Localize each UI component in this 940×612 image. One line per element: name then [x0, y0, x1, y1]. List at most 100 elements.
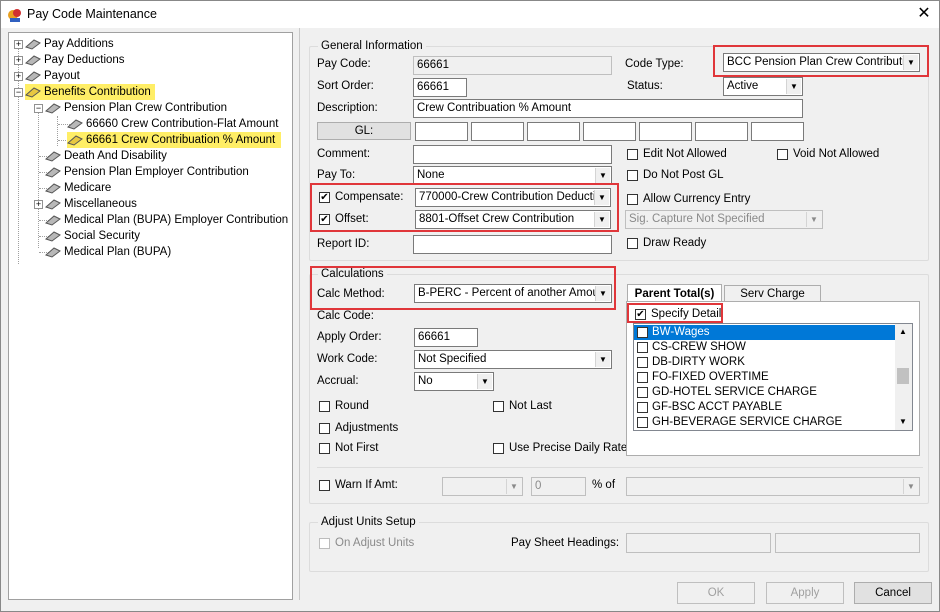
gl-segment-7[interactable]	[751, 122, 804, 141]
ok-button[interactable]: OK	[677, 582, 755, 604]
expand-toggle[interactable]: +	[14, 40, 23, 49]
scroll-up-icon[interactable]: ▲	[899, 327, 907, 336]
tree-item-pay-additions[interactable]: Pay Additions	[25, 36, 114, 52]
tree-item-66661-selected[interactable]: 66661 Crew Contribuation % Amount	[67, 132, 282, 148]
list-item[interactable]: GH-BEVERAGE SERVICE CHARGE	[634, 415, 896, 430]
gl-segment-1[interactable]	[415, 122, 468, 141]
chevron-down-icon: ▼	[786, 79, 801, 94]
sort-order-input[interactable]: 66661	[413, 78, 467, 97]
list-item-checkbox[interactable]	[637, 372, 648, 383]
tree-item-pension-plan-employer[interactable]: Pension Plan Employer Contribution	[45, 164, 249, 180]
tree-item-label: Death And Disability	[64, 150, 167, 162]
list-item[interactable]: GF-BSC ACCT PAYABLE	[634, 400, 896, 415]
apply-button[interactable]: Apply	[766, 582, 844, 604]
list-item-checkbox[interactable]: ✔	[637, 327, 648, 338]
code-type-select[interactable]: BCC Pension Plan Crew Contribution ▼	[723, 53, 920, 72]
tree-item-social-security[interactable]: Social Security	[45, 228, 140, 244]
parent-totals-list[interactable]: ✔ BW-Wages CS-CREW SHOW DB-DIRTY WORK FO-…	[633, 323, 913, 431]
allow-currency-entry-checkbox[interactable]	[627, 194, 638, 205]
panel-splitter[interactable]	[299, 28, 300, 600]
expand-toggle[interactable]: +	[14, 56, 23, 65]
collapse-toggle[interactable]: −	[14, 88, 23, 97]
not-first-label: Not First	[335, 442, 379, 454]
compensate-label: Compensate:	[335, 191, 404, 203]
list-item-checkbox[interactable]	[637, 342, 648, 353]
adjustments-checkbox[interactable]	[319, 423, 330, 434]
pay-code-tree[interactable]: + Pay Additions + Pay Deductions + Payou…	[8, 32, 293, 600]
list-item-checkbox[interactable]	[637, 387, 648, 398]
tree-item-medicare[interactable]: Medicare	[45, 180, 111, 196]
collapse-toggle[interactable]: −	[34, 104, 43, 113]
calc-method-select[interactable]: B-PERC - Percent of another Amount ▼	[414, 284, 612, 303]
tree-item-miscellaneous[interactable]: Miscellaneous	[45, 196, 137, 212]
void-not-allowed-checkbox[interactable]	[777, 149, 788, 160]
gl-segment-3[interactable]	[527, 122, 580, 141]
compensate-select[interactable]: 770000-Crew Contribution Deduction ▼	[415, 188, 611, 207]
list-scrollbar[interactable]: ▲ ▼	[895, 324, 912, 430]
accrual-select[interactable]: No ▼	[414, 372, 494, 391]
tree-folder-icon	[45, 199, 61, 210]
list-item-checkbox[interactable]	[637, 417, 648, 428]
gl-segment-2[interactable]	[471, 122, 524, 141]
pay-to-value: None	[417, 169, 445, 181]
list-item[interactable]: GD-HOTEL SERVICE CHARGE	[634, 385, 896, 400]
offset-select[interactable]: 8801-Offset Crew Contribution ▼	[415, 210, 611, 229]
tree-item-benefits-contribution[interactable]: Benefits Contribution	[25, 84, 155, 100]
description-input[interactable]: Crew Contribuation % Amount	[413, 99, 803, 118]
tree-item-66660[interactable]: 66660 Crew Contribution-Flat Amount	[67, 116, 278, 132]
compensate-checkbox[interactable]: ✔	[319, 192, 330, 203]
list-item[interactable]: DB-DIRTY WORK	[634, 355, 896, 370]
compensate-value: 770000-Crew Contribution Deduction	[419, 191, 609, 203]
divider	[317, 467, 923, 468]
offset-checkbox[interactable]: ✔	[319, 214, 330, 225]
specify-detail-checkbox[interactable]: ✔	[635, 309, 646, 320]
tree-item-label: Medicare	[64, 182, 112, 194]
list-item[interactable]: ✔ BW-Wages	[634, 325, 896, 340]
pay-to-select[interactable]: None ▼	[413, 166, 612, 185]
on-adjust-units-label: On Adjust Units	[335, 537, 415, 549]
tree-item-pay-deductions[interactable]: Pay Deductions	[25, 52, 125, 68]
list-item[interactable]: FO-FIXED OVERTIME	[634, 370, 896, 385]
apply-order-input[interactable]: 66661	[414, 328, 478, 347]
expand-toggle[interactable]: +	[34, 200, 43, 209]
report-id-input[interactable]	[413, 235, 612, 254]
gl-segment-6[interactable]	[695, 122, 748, 141]
tree-leaf-icon	[67, 119, 83, 130]
tree-item-medical-plan-bupa[interactable]: Medical Plan (BUPA)	[45, 244, 171, 260]
gl-segment-5[interactable]	[639, 122, 692, 141]
list-item-label: GF-BSC ACCT PAYABLE	[652, 401, 783, 413]
scroll-thumb[interactable]	[897, 368, 909, 384]
use-precise-daily-rate-checkbox[interactable]	[493, 443, 504, 454]
tree-item-medical-plan-employer[interactable]: Medical Plan (BUPA) Employer Contributio…	[45, 212, 288, 228]
close-button[interactable]: ✕	[911, 3, 937, 25]
draw-ready-checkbox[interactable]	[627, 238, 638, 249]
window-title: Pay Code Maintenance	[27, 7, 157, 21]
list-item-checkbox[interactable]	[637, 402, 648, 413]
edit-not-allowed-checkbox[interactable]	[627, 149, 638, 160]
not-first-checkbox[interactable]	[319, 443, 330, 454]
expand-toggle[interactable]: +	[14, 72, 23, 81]
status-label: Status:	[627, 80, 663, 92]
do-not-post-gl-checkbox[interactable]	[627, 170, 638, 181]
pay-sheet-heading-2	[775, 533, 920, 553]
tree-item-payout[interactable]: Payout	[25, 68, 80, 84]
list-item-checkbox[interactable]	[637, 357, 648, 368]
list-item[interactable]: CS-CREW SHOW	[634, 340, 896, 355]
accrual-label: Accrual:	[317, 375, 359, 387]
scroll-down-icon[interactable]: ▼	[899, 417, 907, 426]
chevron-down-icon: ▼	[595, 352, 610, 367]
tree-item-death-and-disability[interactable]: Death And Disability	[45, 148, 167, 164]
round-checkbox[interactable]	[319, 401, 330, 412]
gl-segment-4[interactable]	[583, 122, 636, 141]
sig-capture-value: Sig. Capture Not Specified	[629, 213, 765, 225]
status-select[interactable]: Active ▼	[723, 77, 803, 96]
tab-serv-charge-pools[interactable]: Serv Charge Pools	[724, 285, 821, 316]
gl-button[interactable]: GL:	[317, 122, 411, 140]
warn-if-amt-checkbox[interactable]	[319, 480, 330, 491]
work-code-select[interactable]: Not Specified ▼	[414, 350, 612, 369]
not-last-checkbox[interactable]	[493, 401, 504, 412]
comment-input[interactable]	[413, 145, 612, 164]
tree-item-pension-plan-crew[interactable]: Pension Plan Crew Contribution	[45, 100, 227, 116]
cancel-button[interactable]: Cancel	[854, 582, 932, 604]
offset-value: 8801-Offset Crew Contribution	[419, 213, 575, 225]
